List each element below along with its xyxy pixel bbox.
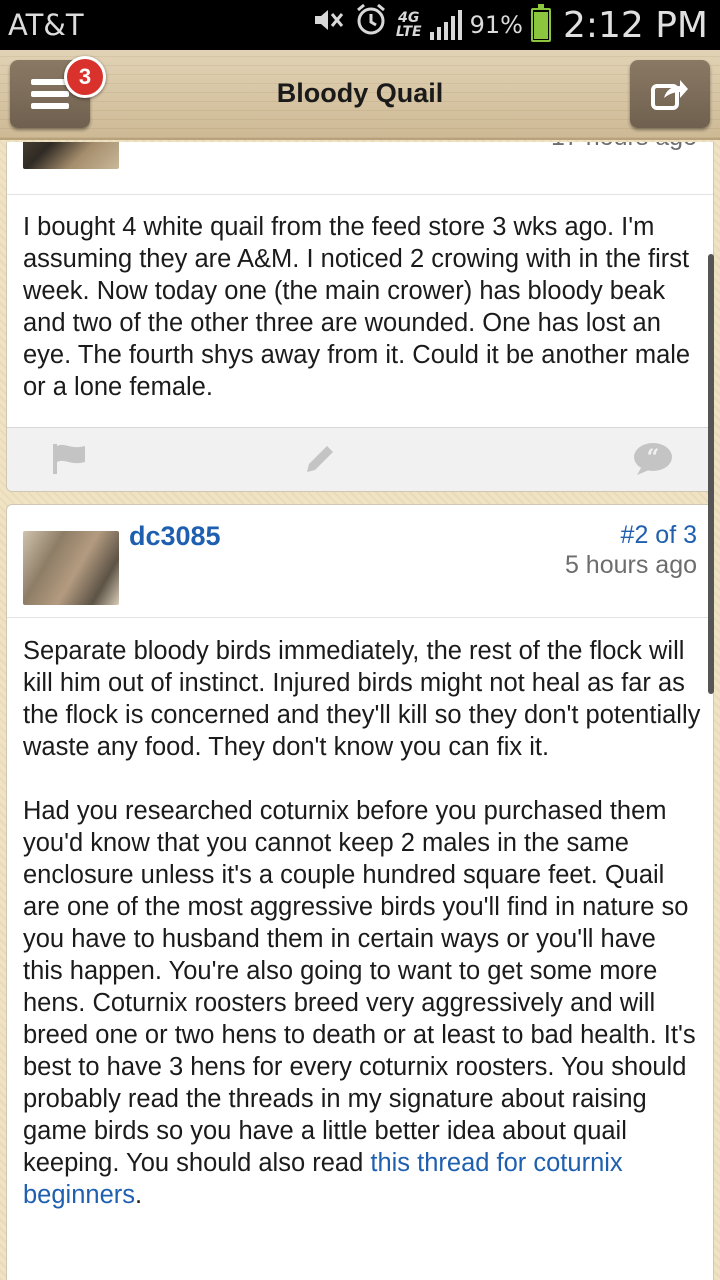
svg-text:“: “ xyxy=(647,445,660,471)
status-bar: AT&T 4G LTE 91% 2:12 PM xyxy=(0,0,720,50)
avatar[interactable] xyxy=(23,142,119,169)
thread-content[interactable]: 17 hours ago I bought 4 white quail from… xyxy=(0,142,720,1280)
post-body: I bought 4 white quail from the feed sto… xyxy=(23,213,691,401)
hamburger-icon-bar xyxy=(31,103,69,109)
quote-icon[interactable]: “ xyxy=(633,442,673,476)
post-time: 17 hours ago xyxy=(551,142,697,152)
notification-badge[interactable]: 3 xyxy=(64,56,106,98)
battery-icon xyxy=(530,4,551,42)
post-paragraph: Separate bloody birds immediately, the r… xyxy=(23,637,701,761)
signal-icon xyxy=(429,10,462,40)
post: 17 hours ago I bought 4 white quail from… xyxy=(6,142,714,492)
clock: 2:12 PM xyxy=(562,4,708,46)
network-subtype: LTE xyxy=(395,24,422,40)
share-button[interactable] xyxy=(630,60,710,128)
battery-level-fill xyxy=(533,11,548,39)
avatar[interactable] xyxy=(23,531,119,605)
network-type: 4G xyxy=(398,10,420,26)
post-paragraph: Had you researched coturnix before you p… xyxy=(23,797,696,1177)
alarm-icon xyxy=(354,2,388,48)
carrier-label: AT&T xyxy=(8,8,84,42)
post-time: 5 hours ago xyxy=(564,551,697,579)
divider xyxy=(7,194,713,195)
scrollbar[interactable] xyxy=(708,254,714,694)
post-actions: “ xyxy=(7,427,713,491)
post-text-end: . xyxy=(135,1181,143,1209)
hamburger-icon-bar xyxy=(31,91,69,97)
post-body: Separate bloody birds immediately, the r… xyxy=(23,635,701,1211)
mute-icon xyxy=(312,4,346,46)
post-username[interactable]: dc3085 xyxy=(129,521,221,552)
share-icon xyxy=(651,80,688,110)
network-indicator: 4G LTE xyxy=(396,11,422,39)
app-header: 3 Bloody Quail xyxy=(0,50,720,140)
divider xyxy=(7,617,713,618)
flag-icon[interactable] xyxy=(51,442,89,476)
page-title: Bloody Quail xyxy=(276,78,444,108)
post: dc3085 #2 of 3 5 hours ago Separate bloo… xyxy=(6,504,714,1280)
battery-percent: 91% xyxy=(469,11,523,39)
post-number[interactable]: #2 of 3 xyxy=(621,521,697,550)
edit-icon[interactable] xyxy=(303,442,337,476)
